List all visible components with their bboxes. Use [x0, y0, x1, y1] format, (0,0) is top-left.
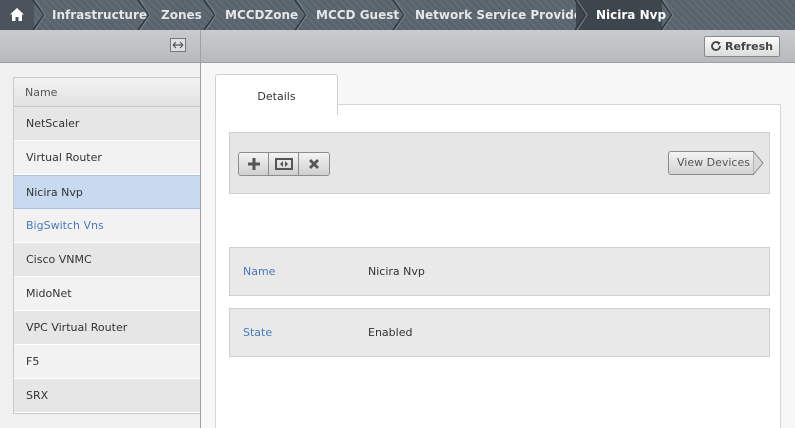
list-item[interactable]: BigSwitch Vns — [14, 209, 201, 243]
list-item[interactable]: F5 — [14, 345, 201, 379]
detail-value: Nicira Nvp — [368, 265, 425, 278]
refresh-label: Refresh — [725, 40, 773, 53]
detail-row-name: Name Nicira Nvp — [229, 247, 770, 296]
chevron-right-icon — [753, 151, 764, 175]
breadcrumb-infrastructure[interactable]: Infrastructure — [52, 0, 147, 30]
detail-row-state: State Enabled — [229, 308, 770, 357]
detail-value: Enabled — [368, 326, 413, 339]
add-icon — [247, 158, 260, 170]
right-panel-header: Refresh — [201, 30, 795, 63]
breadcrumb-network-service-providers[interactable]: Network Service Providers — [415, 0, 595, 30]
add-button[interactable] — [239, 153, 269, 175]
breadcrumb-separator — [294, 0, 308, 30]
breadcrumb-separator — [660, 0, 674, 30]
list-item[interactable]: NetScaler — [14, 107, 201, 141]
provider-list-panel: Name NetScaler Virtual Router Nicira Nvp… — [0, 30, 201, 428]
breadcrumb-separator — [574, 0, 588, 30]
breadcrumb-separator — [137, 0, 151, 30]
remove-icon — [309, 159, 319, 169]
enable-disable-button[interactable] — [269, 153, 299, 175]
action-toolbar: View Devices — [229, 132, 770, 194]
column-header-name[interactable]: Name — [14, 78, 201, 107]
list-item-selected[interactable]: Nicira Nvp — [14, 175, 201, 209]
list-item[interactable]: Virtual Router — [14, 141, 201, 175]
remove-button[interactable] — [299, 153, 329, 175]
tab-details[interactable]: Details — [215, 74, 338, 115]
detail-label: State — [243, 326, 273, 339]
action-buttons — [238, 152, 330, 176]
detail-panel: Refresh Details View Devices Name Nicira… — [200, 30, 795, 428]
breadcrumb-zone[interactable]: MCCDZone — [225, 0, 298, 30]
view-devices-button[interactable]: View Devices — [668, 151, 764, 175]
breadcrumb: Infrastructure Zones MCCDZone MCCD Guest… — [0, 0, 795, 30]
home-icon — [10, 8, 24, 21]
breadcrumb-separator — [32, 0, 46, 30]
breadcrumb-separator — [392, 0, 406, 30]
view-devices-label: View Devices — [677, 156, 750, 169]
breadcrumb-network[interactable]: MCCD Guest — [316, 0, 399, 30]
breadcrumb-current: Nicira Nvp — [596, 8, 667, 22]
provider-list: Name NetScaler Virtual Router Nicira Nvp… — [13, 77, 201, 414]
breadcrumb-zones[interactable]: Zones — [161, 0, 202, 30]
list-item[interactable]: SRX — [14, 379, 201, 413]
left-panel-header — [0, 30, 200, 63]
enable-disable-icon — [274, 158, 293, 170]
breadcrumb-separator — [203, 0, 217, 30]
details-content: View Devices Name Nicira Nvp State Enabl… — [215, 104, 781, 428]
expand-icon — [172, 41, 184, 49]
list-item[interactable]: Cisco VNMC — [14, 243, 201, 277]
list-item[interactable]: MidoNet — [14, 277, 201, 311]
home-button[interactable] — [0, 0, 34, 30]
refresh-icon — [711, 41, 721, 51]
list-item[interactable]: VPC Virtual Router — [14, 311, 201, 345]
detail-label: Name — [243, 265, 276, 278]
expand-panel-button[interactable] — [170, 38, 186, 52]
refresh-button[interactable]: Refresh — [704, 36, 780, 57]
